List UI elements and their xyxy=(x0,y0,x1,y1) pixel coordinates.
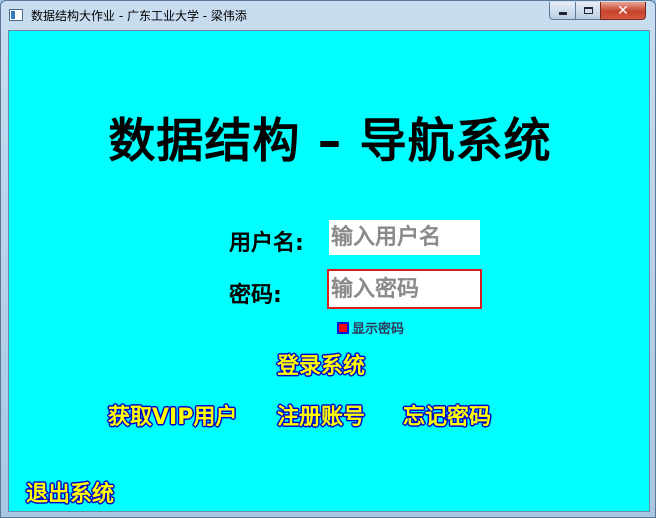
exit-button[interactable]: 退出系统 xyxy=(26,476,114,508)
minimize-icon xyxy=(558,11,567,15)
maximize-button[interactable] xyxy=(575,2,601,20)
show-password-checkbox[interactable] xyxy=(337,321,349,334)
maximize-icon xyxy=(583,7,593,14)
show-password-toggle[interactable]: 显示密码 xyxy=(337,318,404,337)
username-label: 用户名: xyxy=(229,231,304,256)
app-icon xyxy=(9,9,23,21)
close-icon: ✕ xyxy=(617,2,629,19)
title-bar[interactable]: 数据结构大作业 - 广东工业大学 - 梁伟添 ✕ xyxy=(1,1,655,30)
login-button[interactable]: 登录系统 xyxy=(277,348,365,380)
password-field[interactable] xyxy=(327,269,482,309)
login-panel: 数据结构 – 导航系统 用户名: 密码: 显示密码 登录系统 获取VIP用户 注… xyxy=(8,30,650,512)
get-vip-button[interactable]: 获取VIP用户 xyxy=(108,399,237,431)
forgot-password-button[interactable]: 忘记密码 xyxy=(403,399,491,431)
close-button[interactable]: ✕ xyxy=(600,2,646,20)
password-label: 密码: xyxy=(229,283,282,308)
app-window: 数据结构大作业 - 广东工业大学 - 梁伟添 ✕ 数据结构 – 导航系统 用户名… xyxy=(0,0,656,518)
page-title: 数据结构 – 导航系统 xyxy=(108,114,552,169)
register-button[interactable]: 注册账号 xyxy=(277,399,365,431)
show-password-label: 显示密码 xyxy=(352,322,405,337)
window-title: 数据结构大作业 - 广东工业大学 - 梁伟添 xyxy=(31,9,247,23)
minimize-button[interactable] xyxy=(549,2,576,20)
username-field[interactable] xyxy=(329,220,480,255)
